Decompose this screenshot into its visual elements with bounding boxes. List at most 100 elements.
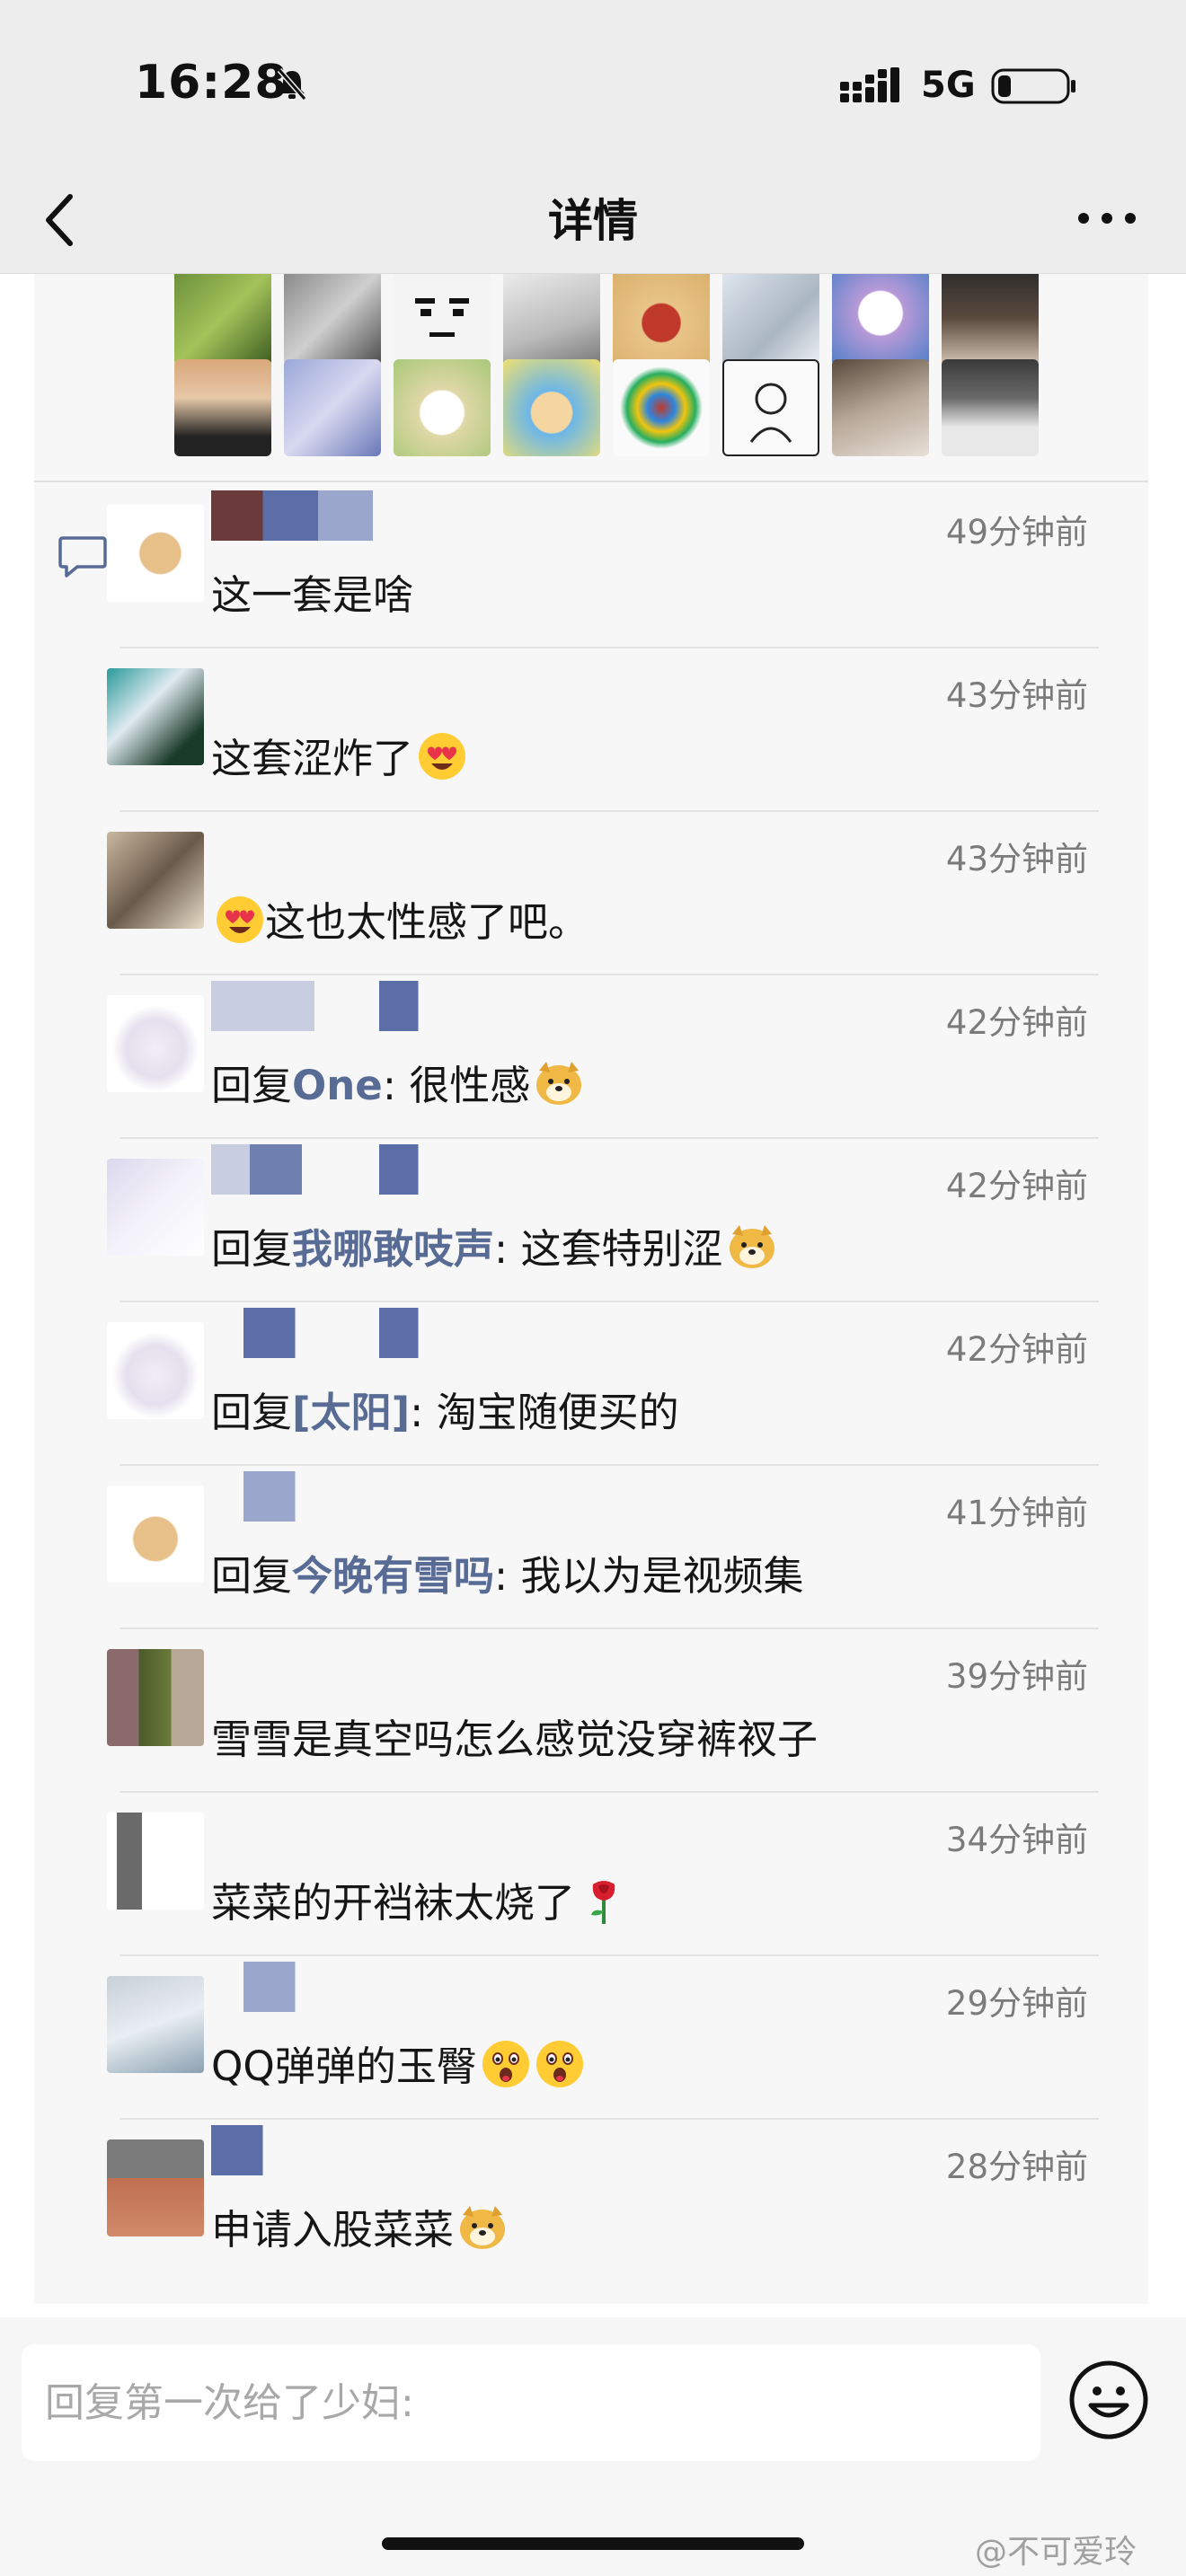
comment-item[interactable]: 43分钟前 这套涩炸了 [84, 648, 1117, 812]
doge-emoji [534, 1058, 584, 1108]
comment-text-segment: : 这套特别涩 [494, 1225, 723, 1273]
nickname-redacted [211, 1144, 535, 1195]
commenter-avatar[interactable] [107, 2139, 204, 2236]
nickname-redacted [211, 490, 535, 541]
comment-time: 39分钟前 [945, 1657, 1088, 1696]
comment-time: 42分钟前 [945, 1003, 1088, 1042]
nav-bar: 详情 [0, 162, 1186, 274]
liker-avatar[interactable] [722, 274, 819, 366]
clock-time: 16:28 [135, 56, 288, 110]
status-bar: 16:28 5G [0, 0, 1186, 162]
comment-text: 雪雪是真空吗怎么感觉没穿裤衩子 [211, 1707, 818, 1765]
nickname-redacted [211, 1635, 535, 1685]
commenter-avatar[interactable] [107, 1159, 204, 1256]
comment-time: 34分钟前 [945, 1821, 1088, 1859]
comment-text-segment: 回复 [211, 1062, 293, 1109]
comment-text-segment: 回复 [211, 1389, 293, 1436]
commenter-avatar[interactable] [107, 1813, 204, 1910]
liker-avatar[interactable] [832, 359, 929, 456]
home-indicator [382, 2537, 804, 2550]
commenter-avatar[interactable] [107, 1649, 204, 1746]
comment-time: 28分钟前 [945, 2148, 1088, 2186]
watermark: @不可爱玲 [975, 2534, 1137, 2571]
liker-avatar[interactable] [942, 274, 1039, 366]
surprised-emoji [481, 2039, 531, 2089]
liker-avatar[interactable] [942, 359, 1039, 456]
signal-icon [840, 67, 899, 102]
smile-face-icon[interactable] [1067, 2359, 1150, 2441]
reply-to-username[interactable]: 我哪敢吱声 [292, 1225, 494, 1273]
comment-text: 回复我哪敢吱声: 这套特别涩 [211, 1216, 777, 1275]
doge-emoji [727, 1222, 777, 1272]
liker-avatar[interactable] [503, 359, 600, 456]
liker-avatar[interactable] [174, 274, 271, 366]
comment-text-segment: : 很性感 [382, 1062, 531, 1109]
comment-text: 申请入股菜菜 [211, 2197, 508, 2255]
reply-to-username[interactable]: One [292, 1062, 383, 1109]
comment-text: 回复One: 很性感 [211, 1053, 584, 1111]
comment-text-segment: : 我以为是视频集 [494, 1552, 804, 1600]
page-title: 详情 [548, 195, 638, 247]
heart-eyes-emoji [417, 731, 467, 781]
nickname-redacted [211, 654, 535, 704]
commenter-avatar[interactable] [107, 505, 204, 602]
comment-time: 49分钟前 [945, 513, 1088, 551]
comment-item[interactable]: 41分钟前 回复今晚有雪吗: 我以为是视频集 [84, 1466, 1117, 1629]
bell-muted-icon [277, 68, 307, 101]
nickname-redacted [211, 2125, 535, 2175]
comment-item[interactable]: 39分钟前 雪雪是真空吗怎么感觉没穿裤衩子 [84, 1629, 1117, 1793]
comment-text-segment: 雪雪是真空吗怎么感觉没穿裤衩子 [211, 1716, 819, 1763]
liker-avatar[interactable] [394, 359, 491, 456]
comment-time: 42分钟前 [945, 1330, 1088, 1369]
liked-avatars-grid [140, 274, 1057, 458]
liker-avatar[interactable] [722, 359, 819, 456]
reply-input[interactable] [22, 2344, 1040, 2461]
comment-item[interactable]: 42分钟前 回复One: 很性感 [84, 975, 1117, 1139]
battery-icon [991, 68, 1075, 104]
comment-item[interactable]: 29分钟前 QQ弹弹的玉臀 [84, 1956, 1117, 2120]
comment-text: 回复[太阳]: 淘宝随便买的 [211, 1380, 679, 1438]
reply-bar: @不可爱玲 [0, 2317, 1186, 2576]
commenter-avatar[interactable] [107, 668, 204, 765]
comment-text-segment: 回复 [211, 1552, 293, 1600]
liker-avatar[interactable] [613, 274, 710, 366]
comment-item[interactable]: 42分钟前 回复我哪敢吱声: 这套特别涩 [84, 1139, 1117, 1302]
commenter-avatar[interactable] [107, 832, 204, 929]
more-dots-icon[interactable] [1071, 205, 1143, 232]
comment-time: 29分钟前 [945, 1984, 1088, 2023]
doge-emoji [457, 2202, 508, 2253]
comment-text: 菜菜的开裆袜太烧了 [211, 1870, 629, 1928]
commenter-avatar[interactable] [107, 1486, 204, 1583]
reply-to-username[interactable]: 今晚有雪吗 [292, 1552, 494, 1600]
commenter-avatar[interactable] [107, 995, 204, 1092]
liker-avatar[interactable] [613, 359, 710, 456]
comment-time: 43分钟前 [945, 840, 1088, 878]
comment-item[interactable]: 34分钟前 菜菜的开裆袜太烧了 [84, 1793, 1117, 1956]
comment-item[interactable]: 28分钟前 申请入股菜菜 [84, 2120, 1117, 2283]
comment-text-segment: 申请入股菜菜 [211, 2206, 455, 2254]
comment-time: 42分钟前 [945, 1167, 1088, 1205]
comment-text: 这套涩炸了 [211, 726, 467, 784]
nickname-redacted [211, 1308, 535, 1358]
commenter-avatar[interactable] [107, 1322, 204, 1419]
liker-avatar[interactable] [284, 274, 381, 366]
liker-avatar[interactable] [503, 274, 600, 366]
liker-avatar[interactable] [284, 359, 381, 456]
comment-item[interactable]: 49分钟前 这一套是啥 [84, 485, 1117, 648]
comment-text-segment: 这套涩炸了 [211, 735, 414, 782]
comment-item[interactable]: 42分钟前 回复[太阳]: 淘宝随便买的 [84, 1302, 1117, 1466]
nickname-redacted [211, 1798, 535, 1848]
comment-text-segment: QQ弹弹的玉臀 [211, 2042, 477, 2090]
comment-text-segment: 这也太性感了吧。 [265, 898, 589, 946]
comment-item[interactable]: 43分钟前 这也太性感了吧。 [84, 812, 1117, 975]
liker-avatar[interactable] [394, 274, 491, 366]
commenter-avatar[interactable] [107, 1976, 204, 2073]
comment-text-segment: 菜菜的开裆袜太烧了 [211, 1879, 576, 1927]
reply-to-username[interactable]: [太阳] [292, 1389, 410, 1436]
comment-text: 这一套是啥 [211, 562, 413, 621]
liker-avatar[interactable] [174, 359, 271, 456]
liker-avatar[interactable] [832, 274, 929, 366]
surprised-emoji [535, 2039, 585, 2089]
nickname-redacted [211, 817, 535, 868]
heart-eyes-emoji [215, 895, 265, 945]
